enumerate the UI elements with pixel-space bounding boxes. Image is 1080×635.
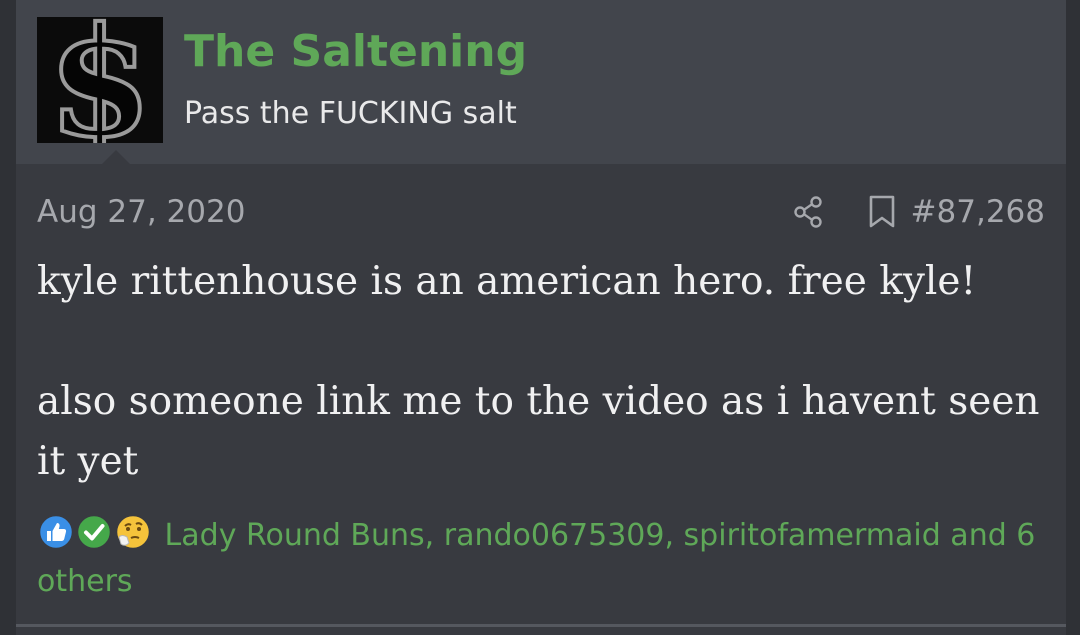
post-number-link[interactable]: #87,268 <box>911 190 1045 234</box>
post-user-header: $ The Saltening Pass the FUCKING salt <box>16 0 1066 164</box>
thinking-emoji-icon <box>114 513 152 551</box>
svg-text:$: $ <box>48 17 152 143</box>
header-notch <box>102 150 130 164</box>
post-meta: Aug 27, 2020 #87,268 <box>37 190 1045 234</box>
post-message: kyle rittenhouse is an american hero. fr… <box>37 252 1047 492</box>
reaction-users-link[interactable]: Lady Round Buns, rando0675309, spiritofa… <box>37 518 1035 599</box>
message-line-2: also someone link me to the video as i h… <box>37 379 1040 484</box>
post-date[interactable]: Aug 27, 2020 <box>37 190 245 234</box>
share-icon[interactable] <box>792 196 824 228</box>
post-divider <box>16 624 1066 627</box>
agree-check-icon <box>75 513 113 551</box>
dollar-sign-avatar-icon: $ <box>37 17 163 143</box>
post-container: $ The Saltening Pass the FUCKING salt Au… <box>16 0 1066 635</box>
message-line-1: kyle rittenhouse is an american hero. fr… <box>37 259 977 304</box>
username[interactable]: The Saltening <box>184 24 527 80</box>
reactions-bar: Lady Round Buns, rando0675309, spiritofa… <box>37 511 1047 605</box>
bookmark-icon[interactable] <box>867 195 897 229</box>
user-title: Pass the FUCKING salt <box>184 96 517 131</box>
like-icon <box>37 513 75 551</box>
reaction-icons[interactable] <box>37 511 155 555</box>
user-avatar[interactable]: $ <box>37 17 163 143</box>
